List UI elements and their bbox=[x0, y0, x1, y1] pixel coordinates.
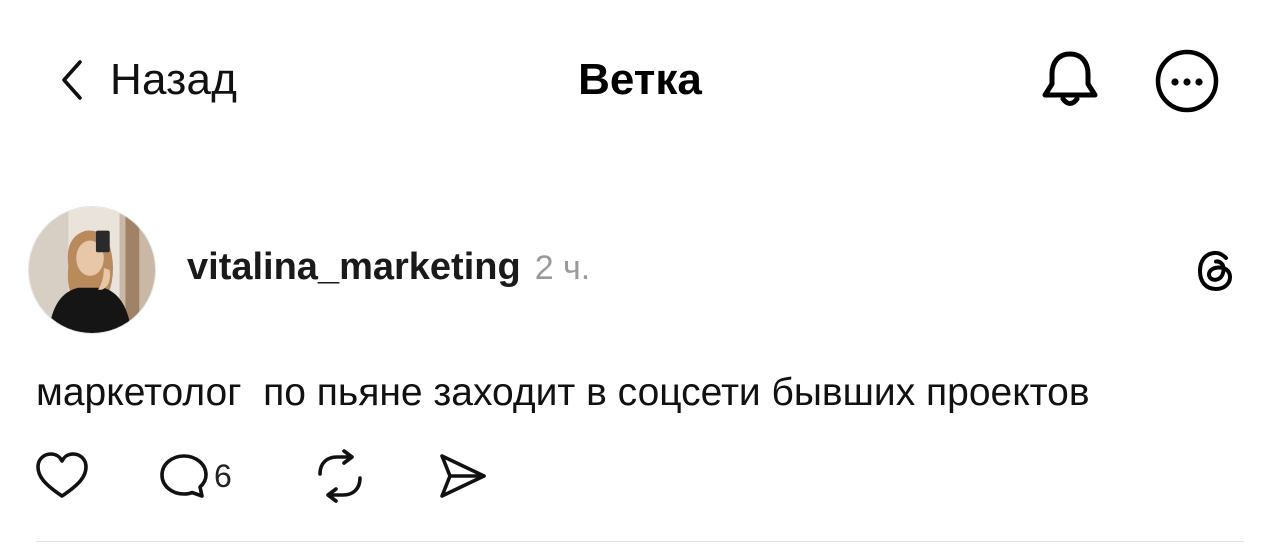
more-options-button[interactable] bbox=[1154, 48, 1220, 114]
more-icon bbox=[1155, 49, 1219, 113]
bell-icon bbox=[1042, 51, 1098, 106]
comment-icon bbox=[160, 454, 208, 498]
repost-button[interactable] bbox=[312, 448, 368, 504]
send-icon bbox=[440, 454, 486, 498]
back-button[interactable]: Назад bbox=[56, 50, 237, 110]
chevron-left-icon bbox=[62, 60, 82, 100]
like-button[interactable] bbox=[34, 448, 90, 504]
avatar[interactable] bbox=[28, 206, 156, 334]
profile-photo bbox=[29, 207, 155, 333]
post-text: маркетолог по пьяне заходит в соцсети бы… bbox=[36, 371, 1090, 414]
threads-logo-glyph bbox=[1197, 250, 1233, 292]
reply-button[interactable]: 6 bbox=[156, 448, 232, 504]
author-line: vitalina_marketing 2 ч. bbox=[187, 246, 590, 292]
post-time: 2 ч. bbox=[534, 249, 591, 287]
repost-icon bbox=[318, 449, 362, 503]
heart-icon bbox=[36, 452, 88, 498]
username[interactable]: vitalina_marketing bbox=[187, 246, 521, 289]
reply-count: 6 bbox=[214, 457, 232, 494]
notifications-button[interactable] bbox=[1038, 46, 1102, 112]
threads-logo-icon[interactable] bbox=[1192, 246, 1242, 296]
divider bbox=[36, 541, 1244, 542]
thread-page: Назад Ветка vitalina_marketing 2 ч. марк… bbox=[0, 0, 1280, 551]
share-button[interactable] bbox=[434, 448, 490, 504]
back-label: Назад bbox=[110, 55, 238, 104]
